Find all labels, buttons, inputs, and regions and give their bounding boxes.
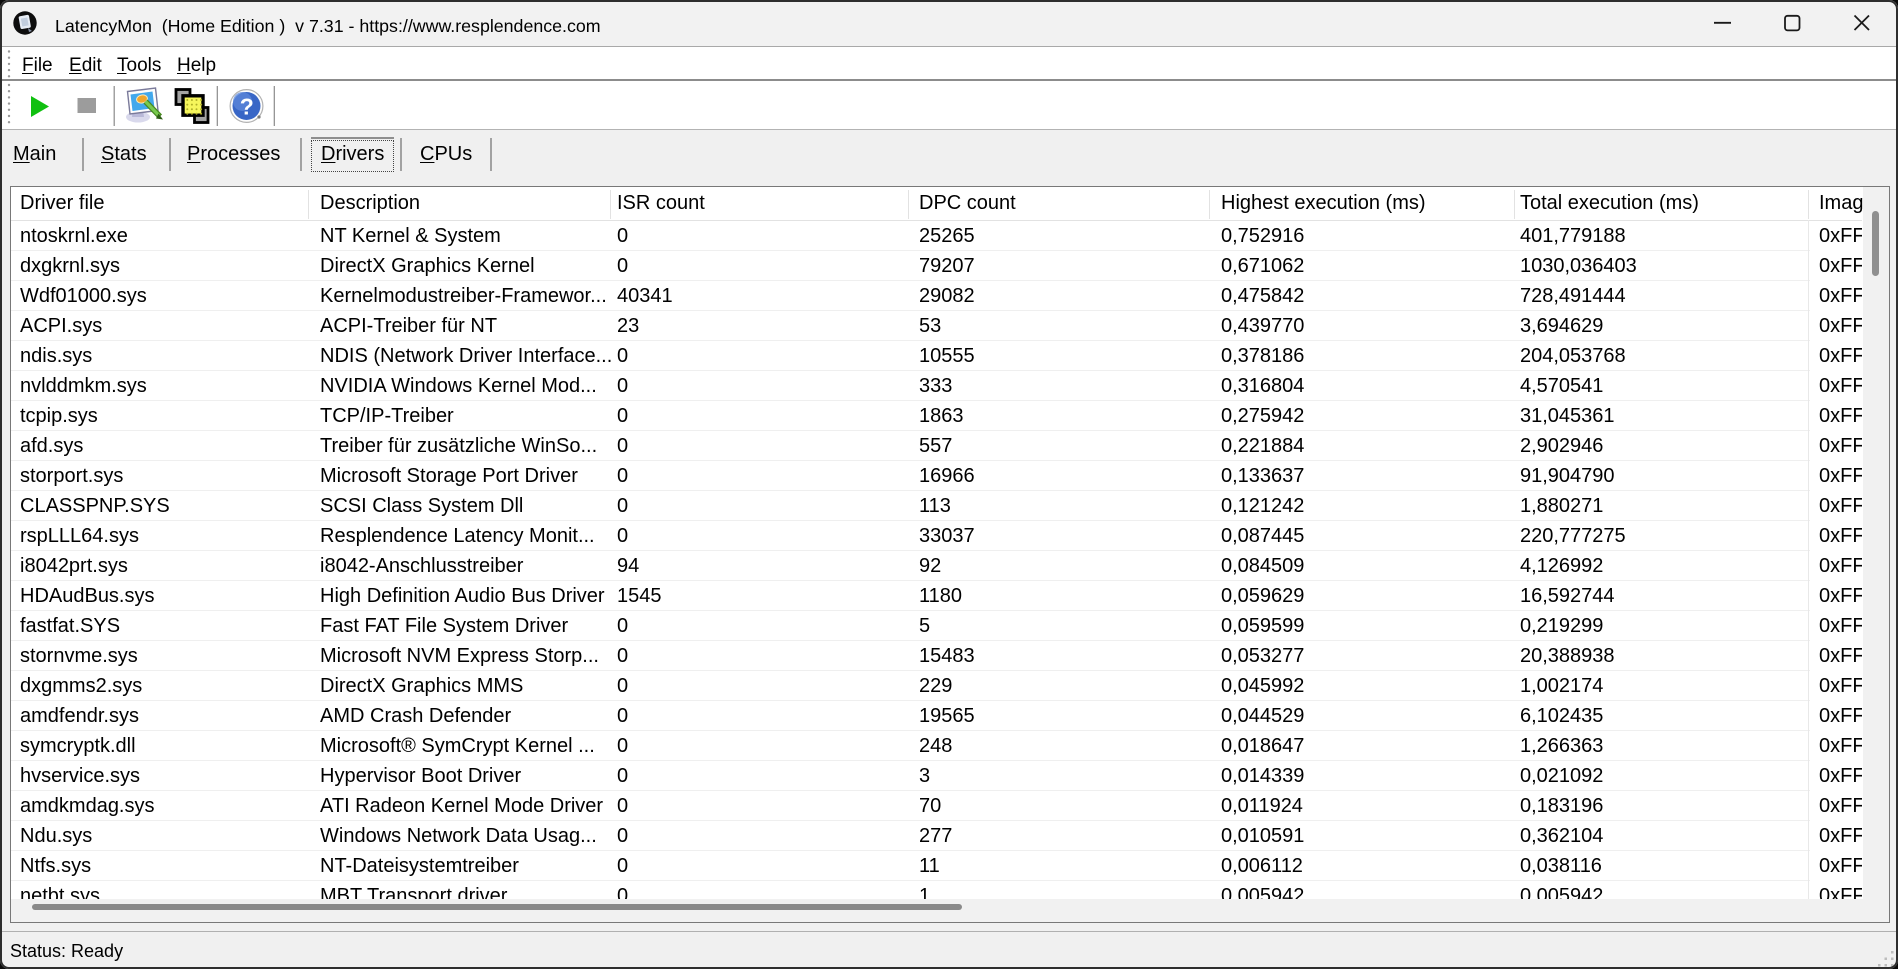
- svg-text:?: ?: [240, 94, 254, 120]
